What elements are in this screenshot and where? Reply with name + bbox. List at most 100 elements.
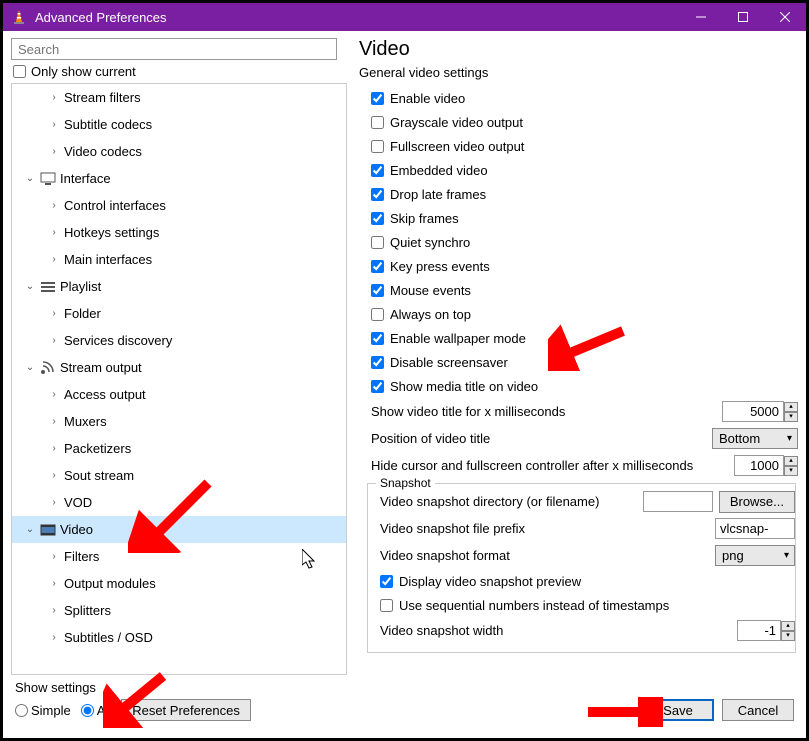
video-icon <box>40 523 56 537</box>
tree-twisty-icon[interactable]: › <box>48 335 60 346</box>
tree-twisty-icon[interactable]: › <box>48 578 60 589</box>
tree-item[interactable]: ›Main interfaces <box>12 246 346 273</box>
tree-twisty-icon[interactable]: › <box>48 254 60 265</box>
snapshot-sequential-checkbox[interactable]: Use sequential numbers instead of timest… <box>368 593 795 617</box>
setting-checkbox[interactable]: Fullscreen video output <box>359 134 798 158</box>
setting-checkbox[interactable]: Quiet synchro <box>359 230 798 254</box>
setting-checkbox[interactable]: Show media title on video <box>359 374 798 398</box>
tree-item[interactable]: › Folder <box>12 300 346 327</box>
tree-twisty-icon[interactable]: › <box>48 146 60 157</box>
minimize-button[interactable] <box>680 3 722 31</box>
tree-item-label: Folder <box>64 306 101 321</box>
search-input[interactable] <box>11 38 337 60</box>
tree-twisty-icon[interactable]: ⌄ <box>24 281 36 292</box>
setting-checkbox[interactable]: Grayscale video output <box>359 110 798 134</box>
window-title: Advanced Preferences <box>35 10 680 25</box>
tree-twisty-icon[interactable]: › <box>48 227 60 238</box>
cancel-button[interactable]: Cancel <box>722 699 794 721</box>
snapshot-dir-input[interactable] <box>643 491 713 512</box>
tree-item[interactable]: ›Stream filters <box>12 84 346 111</box>
tree-item[interactable]: › Muxers <box>12 408 346 435</box>
spin-down-icon[interactable]: ▾ <box>784 412 798 422</box>
tree-item[interactable]: ›Sout stream <box>12 462 346 489</box>
tree-item-label: VOD <box>64 495 92 510</box>
page-subheading: General video settings <box>359 65 798 80</box>
maximize-button[interactable] <box>722 3 764 31</box>
tree-item-label: Stream output <box>60 360 142 375</box>
row-show-title-ms: Show video title for x milliseconds ▴▾ <box>359 398 798 425</box>
tree-item[interactable]: ⌄ Stream output <box>12 354 346 381</box>
hide-cursor-ms-input[interactable]: ▴▾ <box>734 455 798 476</box>
setting-checkbox[interactable]: Disable screensaver <box>359 350 798 374</box>
close-button[interactable] <box>764 3 806 31</box>
tree-item-label: Muxers <box>64 414 107 429</box>
snapshot-format-select[interactable]: png <box>715 545 795 566</box>
tree-twisty-icon[interactable]: ⌄ <box>24 173 36 184</box>
tree-twisty-icon[interactable]: › <box>48 497 60 508</box>
spin-up-icon[interactable]: ▴ <box>784 402 798 412</box>
tree-twisty-icon[interactable]: › <box>48 551 60 562</box>
show-title-ms-input[interactable]: ▴▾ <box>722 401 798 422</box>
settings-panel[interactable]: Enable videoGrayscale video outputFullsc… <box>359 86 798 675</box>
snapshot-prefix-input[interactable] <box>715 518 795 539</box>
tree-item-label: Filters <box>64 549 99 564</box>
tree-item[interactable]: ›Packetizers <box>12 435 346 462</box>
snapshot-preview-checkbox[interactable]: Display video snapshot preview <box>368 569 795 593</box>
setting-checkbox[interactable]: Key press events <box>359 254 798 278</box>
row-title-position: Position of video title Bottom <box>359 425 798 452</box>
tree-item[interactable]: ›Output modules <box>12 570 346 597</box>
save-button[interactable]: Save <box>642 699 714 721</box>
tree-item-label: Splitters <box>64 603 111 618</box>
row-hide-cursor-ms: Hide cursor and fullscreen controller af… <box>359 452 798 479</box>
tree-item[interactable]: ⌄ Playlist <box>12 273 346 300</box>
tree-item-label: Services discovery <box>64 333 172 348</box>
title-position-select[interactable]: Bottom <box>712 428 798 449</box>
interface-icon <box>40 172 56 186</box>
browse-button[interactable]: Browse... <box>719 491 795 513</box>
setting-checkbox[interactable]: Always on top <box>359 302 798 326</box>
snapshot-width-input[interactable]: ▴▾ <box>737 620 795 641</box>
tree-twisty-icon[interactable]: › <box>48 443 60 454</box>
setting-checkbox[interactable]: Drop late frames <box>359 182 798 206</box>
tree-item[interactable]: › VOD <box>12 489 346 516</box>
tree-twisty-icon[interactable]: › <box>48 308 60 319</box>
tree-item[interactable]: › Filters <box>12 543 346 570</box>
page-heading: Video <box>359 38 798 61</box>
tree-twisty-icon[interactable]: ⌄ <box>24 524 36 535</box>
setting-checkbox[interactable]: Enable wallpaper mode <box>359 326 798 350</box>
tree-item[interactable]: ⌄ Video <box>12 516 346 543</box>
snapshot-group: Snapshot Video snapshot directory (or fi… <box>367 483 796 653</box>
reset-preferences-button[interactable]: Reset Preferences <box>121 699 251 721</box>
tree-twisty-icon[interactable]: › <box>48 470 60 481</box>
tree-item[interactable]: › Hotkeys settings <box>12 219 346 246</box>
tree-twisty-icon[interactable]: › <box>48 632 60 643</box>
tree-item[interactable]: ›Video codecs <box>12 138 346 165</box>
radio-simple[interactable]: Simple <box>15 703 71 718</box>
tree-item-label: Video <box>60 522 93 537</box>
tree-twisty-icon[interactable]: › <box>48 92 60 103</box>
tree-twisty-icon[interactable]: ⌄ <box>24 362 36 373</box>
tree-item[interactable]: ›Subtitles / OSD <box>12 624 346 651</box>
only-show-current-checkbox[interactable]: Only show current <box>11 64 347 79</box>
tree-twisty-icon[interactable]: › <box>48 605 60 616</box>
setting-checkbox[interactable]: Mouse events <box>359 278 798 302</box>
tree-twisty-icon[interactable]: › <box>48 389 60 400</box>
radio-all[interactable]: All <box>81 703 111 718</box>
tree-item[interactable]: ›Control interfaces <box>12 192 346 219</box>
tree-item-label: Playlist <box>60 279 101 294</box>
preferences-tree[interactable]: ›Stream filters›Subtitle codecs›Video co… <box>12 84 346 674</box>
tree-twisty-icon[interactable]: › <box>48 119 60 130</box>
tree-twisty-icon[interactable]: › <box>48 416 60 427</box>
vlc-logo-icon <box>11 9 27 25</box>
tree-item[interactable]: › Services discovery <box>12 327 346 354</box>
tree-item-label: Interface <box>60 171 111 186</box>
setting-checkbox[interactable]: Skip frames <box>359 206 798 230</box>
tree-item[interactable]: › Splitters <box>12 597 346 624</box>
tree-item[interactable]: ›Access output <box>12 381 346 408</box>
setting-checkbox[interactable]: Enable video <box>359 86 798 110</box>
tree-item[interactable]: ⌄ Interface <box>12 165 346 192</box>
tree-item[interactable]: ›Subtitle codecs <box>12 111 346 138</box>
setting-checkbox[interactable]: Embedded video <box>359 158 798 182</box>
tree-item-label: Hotkeys settings <box>64 225 159 240</box>
tree-twisty-icon[interactable]: › <box>48 200 60 211</box>
